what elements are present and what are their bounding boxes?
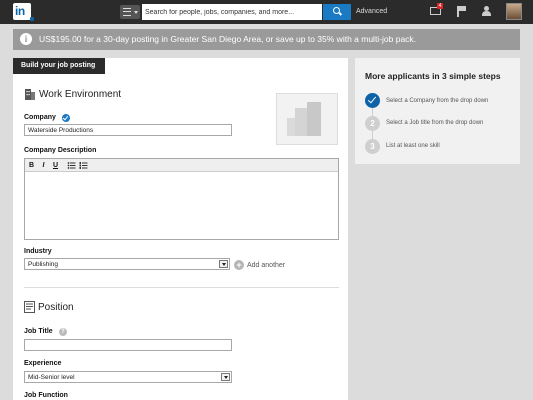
building-icon: [25, 89, 35, 100]
company-logo-placeholder[interactable]: [276, 93, 338, 145]
company-description-editor[interactable]: B I U: [24, 158, 339, 240]
industry-value: Publishing: [28, 261, 58, 268]
company-label: Company: [24, 114, 56, 121]
chevron-down-icon: [221, 373, 230, 381]
job-posting-form: Build your job posting Work Environment …: [13, 58, 348, 400]
step-2-text: Select a Job title from the drop down: [386, 120, 484, 126]
editor-toolbar: B I U: [25, 159, 338, 172]
hamburger-icon: [123, 8, 131, 16]
numbered-list-icon[interactable]: [79, 161, 88, 170]
search-button[interactable]: [323, 4, 351, 20]
search-icon: [333, 7, 340, 14]
linkedin-logo[interactable]: in: [13, 3, 34, 21]
section-title-work-environment: Work Environment: [39, 89, 122, 100]
add-connection-icon[interactable]: [481, 6, 491, 17]
step-connector: [372, 108, 373, 116]
chevron-down-icon: [134, 11, 138, 14]
search-input[interactable]: [142, 4, 322, 20]
top-navigation-bar: in Advanced 4: [0, 0, 533, 24]
company-field[interactable]: Waterside Productions: [24, 124, 232, 136]
steps-panel-title: More applicants in 3 simple steps: [365, 71, 501, 81]
job-title-label: Job Title: [24, 328, 53, 335]
info-icon: i: [20, 33, 32, 45]
experience-select[interactable]: Mid-Senior level: [24, 371, 232, 383]
add-connection-body: [482, 11, 491, 16]
logo-text: in: [15, 4, 25, 18]
banner-text: US$195.00 for a 30-day posting in Greate…: [39, 34, 417, 44]
bullet-list-icon[interactable]: [67, 161, 76, 170]
pricing-banner: i US$195.00 for a 30-day posting in Grea…: [13, 29, 520, 50]
step-connector: [372, 131, 373, 139]
industry-select[interactable]: Publishing: [24, 258, 230, 270]
section-divider: [24, 287, 339, 288]
step-1-text: Select a Company from the drop down: [386, 98, 489, 104]
underline-button[interactable]: U: [51, 161, 60, 170]
experience-label: Experience: [24, 360, 62, 367]
flag-icon[interactable]: [457, 6, 466, 17]
steps-panel: More applicants in 3 simple steps Select…: [355, 58, 520, 164]
verified-check-icon: [62, 114, 70, 122]
step-2-number: 2: [365, 116, 380, 131]
advanced-search-link[interactable]: Advanced: [356, 8, 387, 15]
help-icon[interactable]: ?: [59, 328, 67, 336]
job-function-label: Job Function: [24, 392, 68, 399]
document-icon: [24, 301, 35, 313]
logo-dot: [30, 17, 34, 21]
company-description-label: Company Description: [24, 147, 97, 154]
step-1-check-icon: [365, 93, 380, 108]
industry-label: Industry: [24, 248, 52, 255]
avatar[interactable]: [506, 3, 522, 20]
building-placeholder-icon: [287, 102, 321, 136]
tab-build-job-posting[interactable]: Build your job posting: [13, 58, 105, 74]
section-title-position: Position: [38, 302, 74, 313]
step-3-number: 3: [365, 139, 380, 154]
experience-value: Mid-Senior level: [28, 374, 75, 381]
add-another-industry-link[interactable]: Add another: [247, 262, 285, 269]
menu-icon[interactable]: [120, 5, 140, 19]
italic-button[interactable]: I: [39, 161, 48, 170]
job-title-field[interactable]: [24, 339, 232, 351]
plus-icon[interactable]: +: [234, 260, 244, 270]
notification-badge: 4: [437, 3, 443, 9]
chevron-down-icon: [219, 260, 228, 268]
step-3-text: List at least one skill: [386, 143, 440, 149]
bold-button[interactable]: B: [27, 161, 36, 170]
